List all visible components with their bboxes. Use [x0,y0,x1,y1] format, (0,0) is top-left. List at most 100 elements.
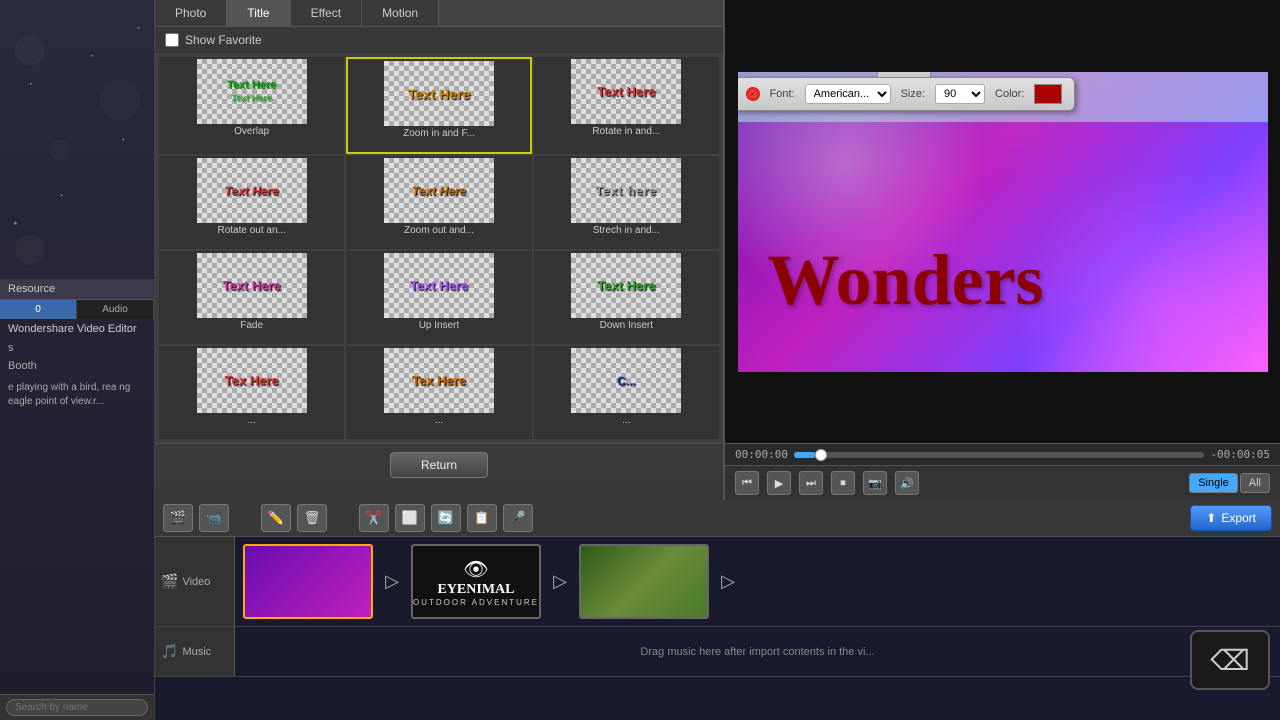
bottom-timeline: 🎬 📹 ✏️ 🗑 ✂️ ⬜ 🔄 📋 🎤 ⬆ Export 🎬 Vide [155,500,1280,720]
eyenimal-logo: 👁 EYENIMAL OUTDOOR ADVENTURE [413,557,539,607]
return-button[interactable]: Return [390,452,488,478]
effect-partial1[interactable]: Tex Here ... [159,346,344,439]
view-btns: Single All [1189,473,1270,493]
effect-overlap[interactable]: Text HereText Here Overlap [159,57,344,154]
video-track-content: ▷ 👁 EYENIMAL OUTDOOR ADVENTURE ▷ ▷ [235,537,1280,626]
effect-partial2[interactable]: Tex Here ... [346,346,531,439]
sidebar-search-area [0,694,154,720]
sidebar-tabs: 0 Audio [0,300,154,319]
search-input[interactable] [6,699,148,716]
clip-nature[interactable] [579,544,709,619]
top-section: Photo Title Effect Motion Show Favorite … [155,0,1280,500]
btn-stop[interactable]: ⏹ [831,471,855,495]
sidebar-resource-label: Resource [0,279,154,300]
timeline-tracks: 🎬 Video ▷ 👁 EYENIMAL OUTDOOR ADVENTURE [155,537,1280,720]
effects-grid: Text HereText Here Overlap Text Here Zoo… [155,53,723,443]
eyenimal-text: EYENIMAL [437,582,514,598]
effect-partial3[interactable]: C... ... [534,346,719,439]
font-dialog-title: Font [877,72,931,78]
effect-rotateout[interactable]: Text Here Rotate out an... [159,156,344,249]
music-label: Music [182,646,211,658]
export-icon: ⬆ [1206,511,1216,525]
effect-downinsert[interactable]: Text Here Down Insert [534,251,719,344]
music-track-label: 🎵 Music [155,627,235,676]
effect-label-zoomin: Zoom in and F... [403,128,475,139]
tl-btn-mic[interactable]: 🎤 [503,504,533,532]
preview-video: Wonders Font × Font: American... Size: 9… [725,0,1280,443]
sidebar-tab-audio[interactable]: Audio [77,300,154,319]
effect-label-rotatein: Rotate in and... [592,126,660,137]
font-color-picker[interactable] [1034,84,1062,104]
tab-title[interactable]: Title [227,0,290,26]
tl-btn-delete[interactable]: 🗑 [297,504,327,532]
time-start: 00:00:00 [735,448,788,461]
effect-label-upinsert: Up Insert [419,320,460,331]
tl-btn-trim[interactable]: ⬜ [395,504,425,532]
effect-rotatein[interactable]: Text Here Rotate in and... [534,57,719,154]
effect-zoomin[interactable]: Text Here Zoom in and F... [346,57,531,154]
effect-upinsert[interactable]: Text Here Up Insert [346,251,531,344]
effect-label-strech: Strech in and... [593,225,660,236]
tl-btn-cut[interactable]: ✂️ [359,504,389,532]
tl-btn-video[interactable]: 📹 [199,504,229,532]
btn-screenshot[interactable]: 📷 [863,471,887,495]
tab-photo[interactable]: Photo [155,0,227,26]
effect-fade[interactable]: Text Here Fade [159,251,344,344]
title-tabs: Photo Title Effect Motion [155,0,723,27]
show-favorite-row: Show Favorite [155,27,723,53]
transition-2[interactable]: ▷ [545,567,575,597]
sidebar-tab-0[interactable]: 0 [0,300,77,319]
tab-motion[interactable]: Motion [362,0,439,26]
effect-strech[interactable]: Text here Strech in and... [534,156,719,249]
font-select[interactable]: American... [805,84,891,104]
sidebar-preview [0,0,154,279]
tl-btn-overlay[interactable]: 📋 [467,504,497,532]
return-btn-area: Return [155,443,723,486]
btn-rewind[interactable]: ⏮ [735,471,759,495]
timeline-toolbar: 🎬 📹 ✏️ 🗑 ✂️ ⬜ 🔄 📋 🎤 ⬆ Export [155,500,1280,537]
time-end: -00:00:05 [1210,448,1270,461]
timeline-controls: 00:00:00 -00:00:05 [725,443,1280,465]
progress-thumb[interactable] [815,449,827,461]
btn-play[interactable]: ▶ [767,471,791,495]
effect-zoomout[interactable]: Text Here Zoom out and... [346,156,531,249]
btn-all[interactable]: All [1240,473,1270,493]
effect-label-downinsert: Down Insert [600,320,653,331]
sidebar-item-booth[interactable]: Booth [0,357,154,375]
music-drop-area[interactable]: Drag music here after import contents in… [235,646,1280,658]
export-label: Export [1221,511,1256,525]
size-label: Size: [901,88,925,100]
font-dialog: Font × Font: American... Size: 90 Color: [738,77,1076,111]
export-button[interactable]: ⬆ Export [1190,505,1272,531]
preview-video-inner: Wonders Font × Font: American... Size: 9… [738,72,1268,372]
show-favorite-checkbox[interactable] [165,33,179,47]
tl-btn-edit[interactable]: ✏️ [261,504,291,532]
music-track: 🎵 Music Drag music here after import con… [155,627,1280,677]
transition-1[interactable]: ▷ [377,567,407,597]
tl-btn-rotate[interactable]: 🔄 [431,504,461,532]
progress-fill [794,452,815,458]
font-size-select[interactable]: 90 [935,84,985,104]
clip-eyenimal[interactable]: 👁 EYENIMAL OUTDOOR ADVENTURE [411,544,541,619]
progress-bar[interactable] [794,452,1204,458]
preview-panel: Wonders Font × Font: American... Size: 9… [725,0,1280,500]
show-favorite-label: Show Favorite [185,33,262,47]
effect-label-fade: Fade [240,320,263,331]
color-label: Color: [995,88,1024,100]
effect-label-zoomout: Zoom out and... [404,225,474,236]
font-dialog-close[interactable]: × [746,87,760,101]
sidebar-item-s[interactable]: s [0,339,154,357]
transition-3[interactable]: ▷ [713,567,743,597]
tab-effect[interactable]: Effect [291,0,362,26]
effect-label-partial2: ... [435,415,443,426]
backspace-icon: ⌫ [1210,644,1250,677]
btn-audio[interactable]: 🔊 [895,471,919,495]
sidebar-text-block: e playing with a bird, rea ng eagle poin… [0,375,154,415]
playback-controls: ⏮ ▶ ⏭ ⏹ 📷 🔊 Single All [725,465,1280,500]
effect-label-partial1: ... [247,415,255,426]
backspace-badge[interactable]: ⌫ [1190,630,1270,690]
btn-forward[interactable]: ⏭ [799,471,823,495]
clip-purple[interactable] [243,544,373,619]
btn-single[interactable]: Single [1189,473,1238,493]
tl-btn-media[interactable]: 🎬 [163,504,193,532]
